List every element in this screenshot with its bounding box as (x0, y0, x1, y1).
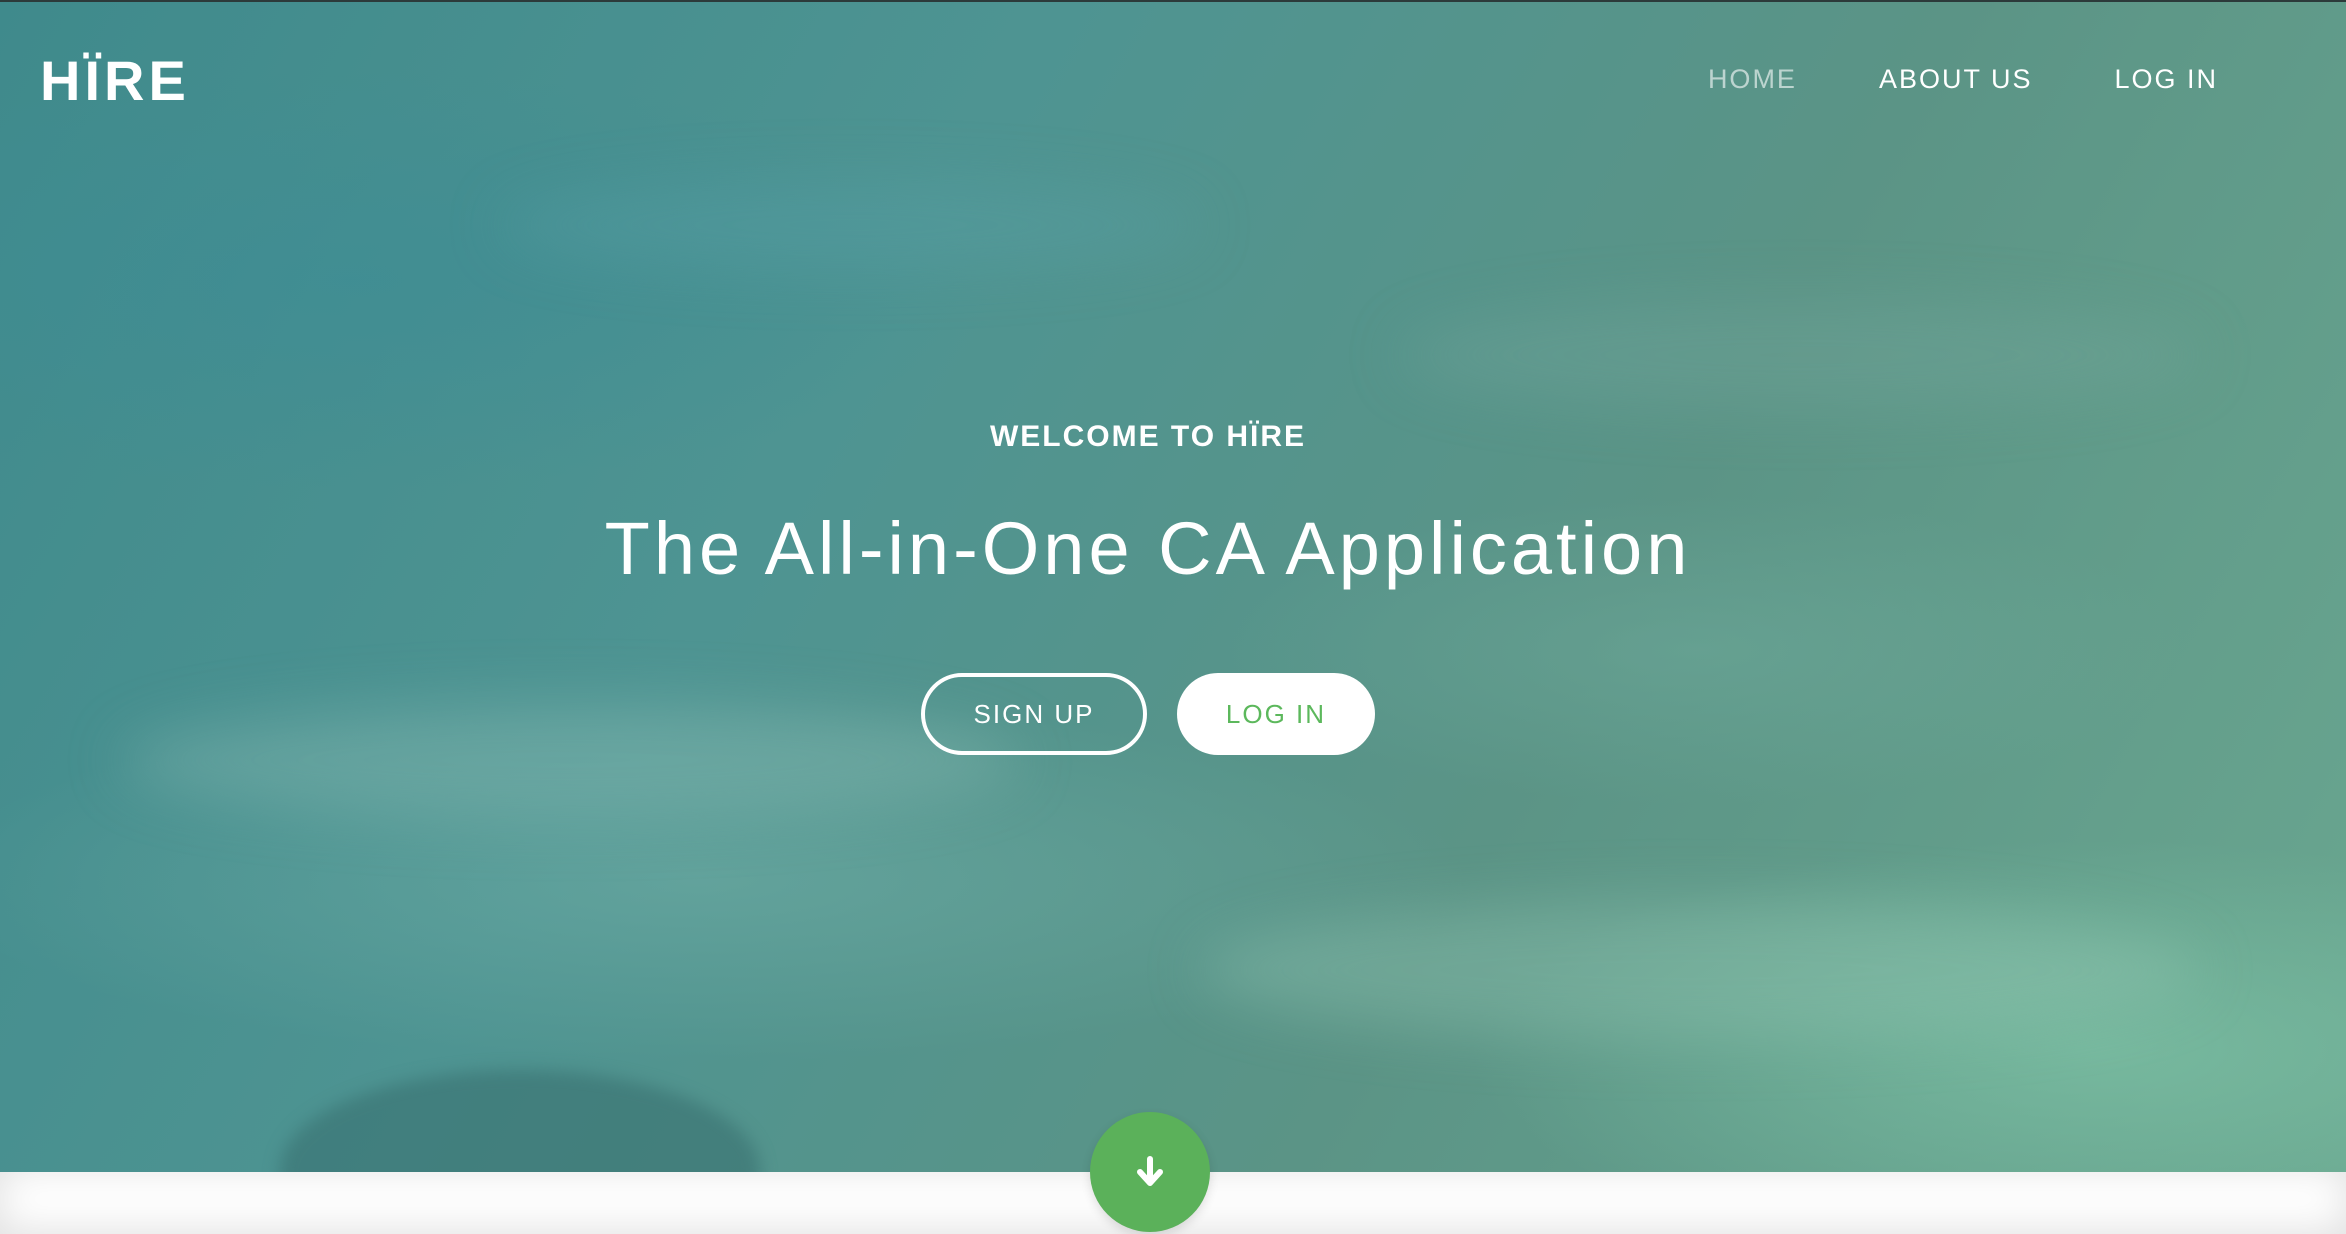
welcome-eyebrow: WELCOME TO HÏRE (989, 420, 1307, 453)
arrow-down-icon (1137, 1156, 1163, 1186)
hero-headline: The All-in-One CA Application (604, 507, 1692, 590)
background-cloud (1200, 900, 2200, 1040)
background-cloud (1400, 300, 2200, 410)
hero-section: HÏRE HOME ABOUT US LOG IN WELCOME TO HÏR… (0, 0, 2346, 1172)
page: HÏRE HOME ABOUT US LOG IN WELCOME TO HÏR… (0, 0, 2346, 1234)
nav-home-link[interactable]: HOME (1708, 64, 1797, 95)
nav-links: HOME ABOUT US LOG IN (1708, 64, 2218, 95)
signup-button[interactable]: SIGN UP (921, 673, 1147, 755)
background-cloud (500, 180, 1200, 270)
navbar: HÏRE HOME ABOUT US LOG IN (0, 0, 2346, 160)
login-button[interactable]: LOG IN (1177, 673, 1375, 755)
logo[interactable]: HÏRE (40, 48, 190, 113)
nav-login-link[interactable]: LOG IN (2114, 64, 2218, 95)
background-mountain (280, 1070, 760, 1172)
scroll-down-button[interactable] (1090, 1112, 1210, 1232)
cta-buttons: SIGN UP LOG IN (0, 673, 2296, 755)
nav-about-link[interactable]: ABOUT US (1879, 64, 2033, 95)
hero-content: WELCOME TO HÏRE The All-in-One CA Applic… (0, 420, 2296, 755)
